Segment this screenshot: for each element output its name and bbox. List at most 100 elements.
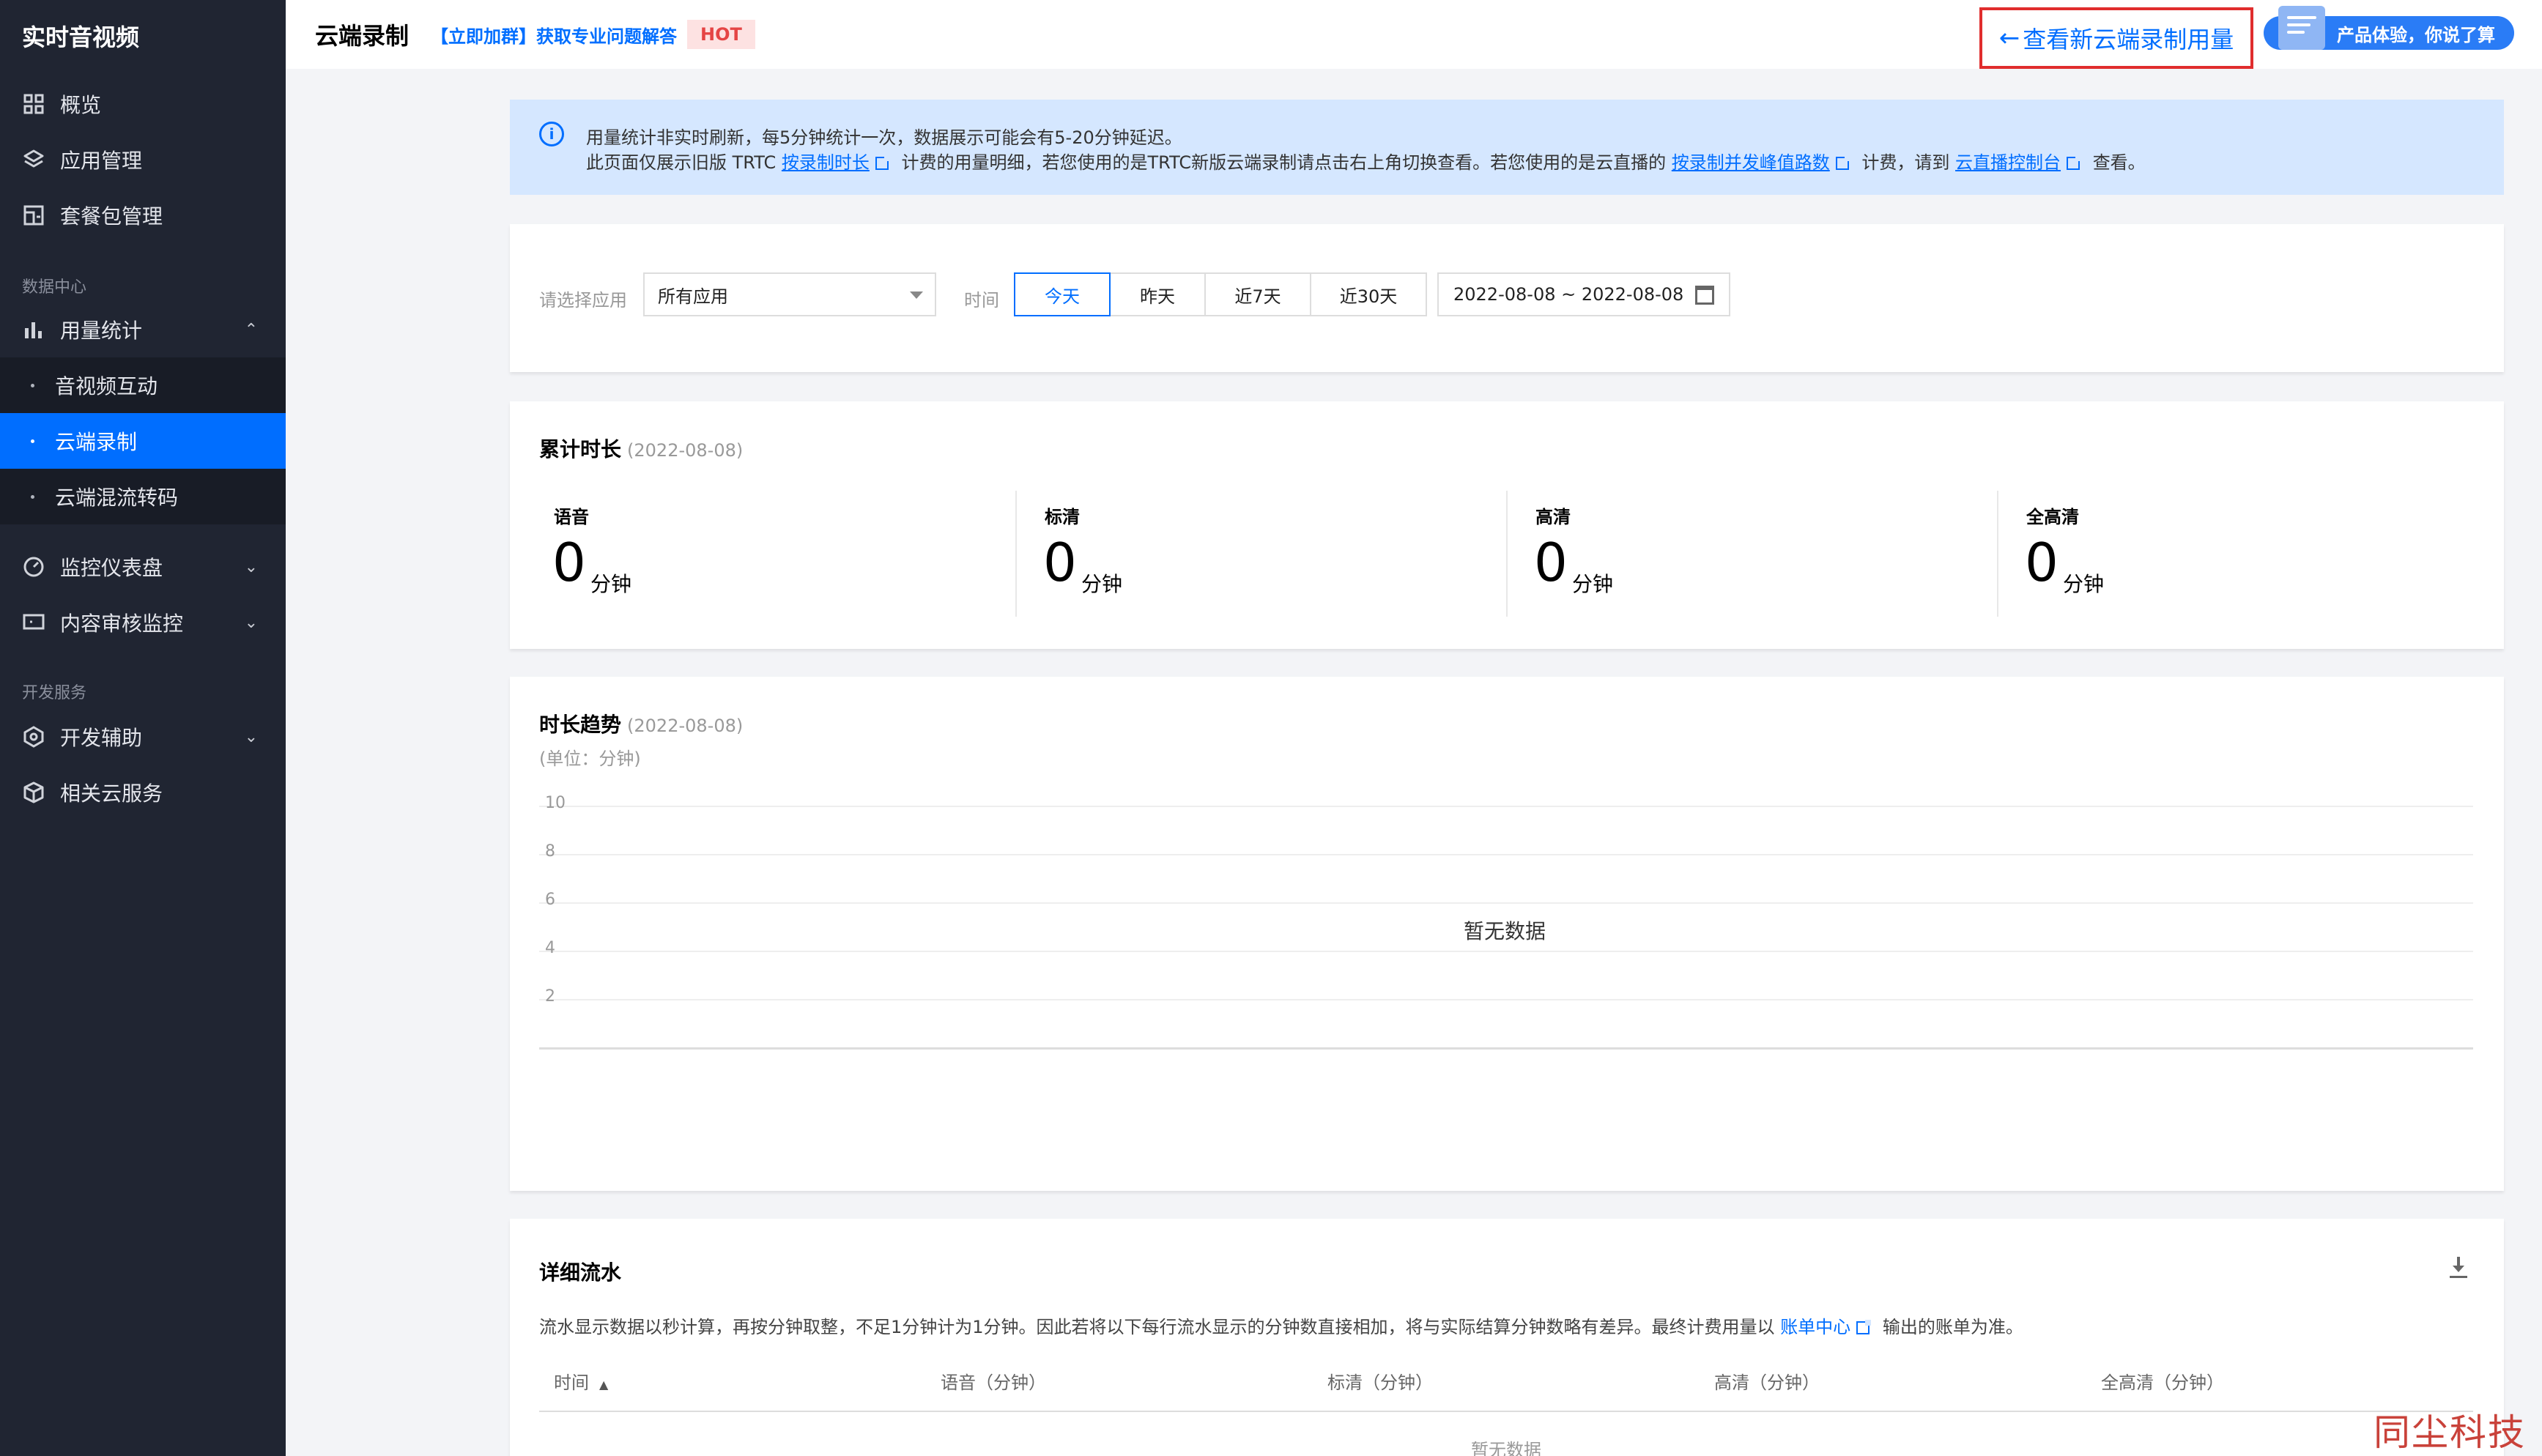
time-option-yesterday[interactable]: 昨天 — [1109, 272, 1206, 316]
join-group-link[interactable]: 【立即加群】获取专业问题解答 — [431, 22, 677, 48]
bar-chart-icon — [21, 316, 47, 343]
stat-unit: 分钟 — [2063, 572, 2105, 596]
sidebar-item-label: 开发辅助 — [60, 726, 143, 750]
stat-name: 语音 — [554, 507, 589, 527]
detail-desc-text: 输出的账单为准。 — [1882, 1317, 2023, 1337]
product-title: 实时音视频 — [22, 23, 140, 51]
sidebar-item-app-management[interactable]: 应用管理 — [0, 132, 286, 187]
new-recording-usage-link[interactable]: ← 查看新云端录制用量 — [1979, 7, 2253, 69]
table-header-divider — [539, 1411, 2473, 1412]
download-icon[interactable] — [2450, 1257, 2467, 1279]
sidebar-subitem-label: 音视频互动 — [55, 374, 158, 398]
chevron-down-icon: ⌄ — [244, 557, 258, 576]
sidebar-item-monitor-dashboard[interactable]: 监控仪表盘 ⌄ — [0, 539, 286, 595]
notice-line-1: 用量统计非实时刷新，每5分钟统计一次，数据展示可能会有5-20分钟延迟。 — [586, 127, 1182, 148]
date-range-value: 2022-08-08 ~ 2022-08-08 — [1453, 284, 1684, 305]
sidebar-subitem-cloud-mix-transcode[interactable]: 云端混流转码 — [0, 469, 286, 524]
sidebar-item-label: 相关云服务 — [60, 781, 163, 806]
section-title: 累计时长 (2022-08-08) — [539, 434, 743, 463]
sidebar: 实时音视频 概览 应用管理 套餐包管理 数据中心 用量统计 ⌃ 音视频互动 云端… — [0, 0, 286, 1456]
y-tick-label: 10 — [545, 794, 566, 812]
time-option-7days[interactable]: 近7天 — [1204, 272, 1311, 316]
divider — [1506, 491, 1508, 617]
notice-text: 查看。 — [2092, 152, 2146, 173]
sidebar-item-label: 监控仪表盘 — [60, 556, 163, 580]
sidebar-item-content-review[interactable]: 内容审核监控 ⌄ — [0, 595, 286, 650]
section-title-text: 累计时长 — [539, 437, 622, 461]
grid-icon — [21, 91, 47, 117]
stat-unit: 分钟 — [1572, 572, 1614, 596]
stat-fhd: 全高清 0 分钟 — [2012, 489, 2480, 618]
y-tick-label: 4 — [545, 939, 555, 957]
chart-gridline — [539, 854, 2473, 855]
sidebar-subitem-av-interaction[interactable]: 音视频互动 — [0, 357, 286, 413]
stat-audio: 语音 0 分钟 — [539, 489, 1008, 618]
notice-text: 此页面仅展示旧版 TRTC — [586, 152, 777, 173]
date-range-picker[interactable]: 2022-08-08 ~ 2022-08-08 — [1437, 272, 1730, 316]
notice-text: 计费的用量明细，若您使用的是TRTC新版云端录制请点击右上角切换查看。若您使用的… — [901, 152, 1667, 173]
notice-line-2: 此页面仅展示旧版 TRTC 按录制时长 计费的用量明细，若您使用的是TRTC新版… — [586, 148, 2146, 174]
stat-value: 0 — [2025, 532, 2059, 593]
sidebar-item-package-management[interactable]: 套餐包管理 — [0, 187, 286, 243]
calendar-icon — [1695, 286, 1714, 305]
stat-hd: 高清 0 分钟 — [1521, 489, 1990, 618]
stat-value: 0 — [552, 532, 586, 593]
sidebar-subitem-label: 云端混流转码 — [55, 486, 179, 510]
time-option-today[interactable]: 今天 — [1014, 272, 1111, 316]
stat-unit: 分钟 — [590, 572, 632, 596]
caret-down-icon — [910, 291, 923, 299]
chart-gridline — [539, 951, 2473, 952]
bullet-icon — [31, 494, 34, 499]
app-select-value: 所有应用 — [658, 286, 728, 307]
hot-badge: HOT — [687, 20, 755, 49]
cube-icon — [21, 779, 47, 806]
bullet-icon — [31, 383, 34, 387]
column-header-audio: 语音（分钟） — [941, 1373, 1046, 1393]
stat-name: 标清 — [1045, 507, 1080, 527]
monitor-icon — [21, 609, 47, 636]
stat-unit: 分钟 — [1081, 572, 1123, 596]
page-title: 云端录制 — [315, 22, 410, 50]
external-link-icon — [2067, 155, 2082, 170]
external-link-icon — [875, 155, 890, 170]
notice-text: 计费，请到 — [1861, 152, 1950, 173]
time-option-30days[interactable]: 近30天 — [1310, 272, 1427, 316]
info-notice: i 用量统计非实时刷新，每5分钟统计一次，数据展示可能会有5-20分钟延迟。 此… — [510, 100, 2504, 195]
sidebar-item-related-cloud[interactable]: 相关云服务 — [0, 765, 286, 820]
arrow-left-icon: ← — [1998, 23, 2020, 53]
sidebar-item-dev-assist[interactable]: 开发辅助 ⌄ — [0, 709, 286, 765]
stat-name: 全高清 — [2026, 507, 2079, 527]
stat-value: 0 — [1043, 532, 1077, 593]
stat-name: 高清 — [1535, 507, 1571, 527]
column-header-fhd: 全高清（分钟） — [2101, 1373, 2224, 1393]
external-link-icon — [1835, 155, 1850, 170]
live-console-link[interactable]: 云直播控制台 — [1955, 152, 2061, 173]
column-header-time[interactable]: 时间 ▲ — [554, 1368, 608, 1394]
sidebar-subitem-cloud-recording[interactable]: 云端录制 — [0, 413, 286, 469]
sidebar-item-overview[interactable]: 概览 — [0, 76, 286, 132]
billing-center-link[interactable]: 账单中心 — [1780, 1317, 1850, 1337]
bullet-icon — [31, 439, 34, 443]
stat-value: 0 — [1534, 532, 1568, 593]
feedback-label: 产品体验，你说了算 — [2337, 24, 2495, 45]
sidebar-group-data-center: 数据中心 — [22, 278, 87, 297]
time-label: 时间 — [964, 290, 999, 311]
chevron-up-icon: ⌃ — [244, 320, 258, 339]
app-select-label: 请选择应用 — [539, 290, 627, 311]
sidebar-item-usage-stats[interactable]: 用量统计 ⌃ — [0, 302, 286, 357]
y-tick-label: 8 — [545, 842, 555, 861]
duration-trend-panel: 时长趋势 (2022-08-08) (单位：分钟) 暂无数据 10 8 6 4 2 — [510, 677, 2504, 1191]
column-header-hd: 高清（分钟） — [1714, 1373, 1820, 1393]
chart-unit-label: (单位：分钟) — [539, 749, 641, 769]
y-tick-label: 2 — [545, 987, 555, 1006]
sidebar-item-label: 内容审核监控 — [60, 612, 184, 636]
billing-by-concurrent-link[interactable]: 按录制并发峰值路数 — [1672, 152, 1830, 173]
trend-chart: 暂无数据 10 8 6 4 2 — [539, 794, 2473, 1050]
app-select[interactable]: 所有应用 — [643, 272, 936, 316]
sort-icon: ▲ — [599, 1378, 609, 1392]
sidebar-item-label: 应用管理 — [60, 149, 143, 173]
gauge-icon — [21, 554, 47, 580]
sidebar-item-label: 用量统计 — [60, 319, 143, 343]
new-recording-usage-label: 查看新云端录制用量 — [2023, 26, 2234, 53]
billing-by-duration-link[interactable]: 按录制时长 — [782, 152, 870, 173]
